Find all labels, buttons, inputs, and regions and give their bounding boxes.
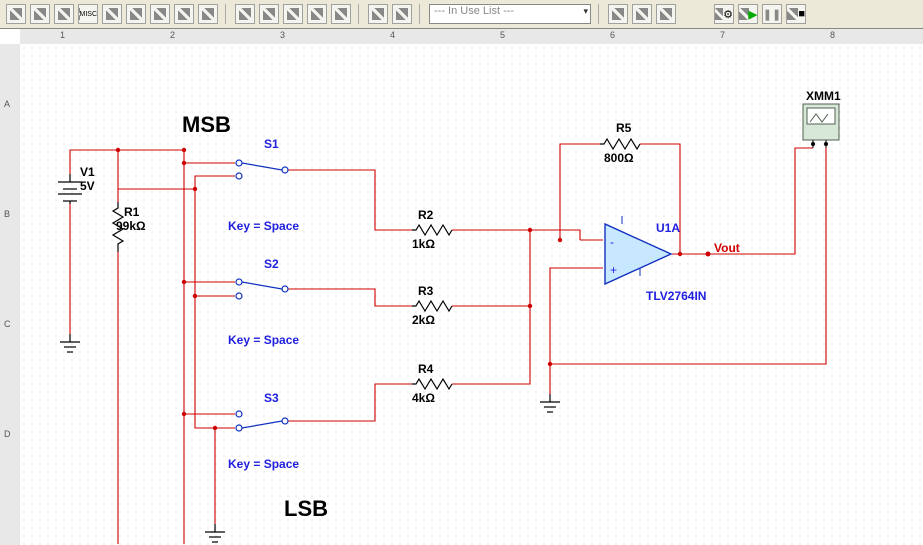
- XMM1-ref: XMM1: [806, 89, 841, 103]
- component-XMM1[interactable]: XMM1: [803, 89, 841, 148]
- tb-wave-icon[interactable]: [608, 4, 628, 24]
- ruler-tick: B: [4, 209, 10, 219]
- schematic-canvas[interactable]: V1 5V R1 99kΩ R2: [20, 44, 923, 545]
- ruler-tick: 8: [830, 30, 835, 40]
- R2-ref: R2: [418, 208, 434, 222]
- ruler-tick: D: [4, 429, 11, 439]
- tb-layer-icon[interactable]: [283, 4, 303, 24]
- R5-value: 800Ω: [604, 151, 634, 165]
- component-V1[interactable]: V1 5V: [58, 165, 95, 204]
- ruler-tick: 6: [610, 30, 615, 40]
- tb-diode-icon[interactable]: [30, 4, 50, 24]
- V1-value: 5V: [80, 179, 95, 193]
- S2-key: Key = Space: [228, 333, 299, 347]
- tb-step-icon[interactable]: [656, 4, 676, 24]
- tb-probe-icon[interactable]: [198, 4, 218, 24]
- svg-text:+: +: [610, 263, 617, 277]
- component-S2[interactable]: S2 Key = Space: [228, 257, 299, 347]
- ruler-tick: 2: [170, 30, 175, 40]
- ruler-vertical: A B C D: [0, 44, 21, 545]
- tb-group-icon[interactable]: [235, 4, 255, 24]
- S3-ref: S3: [264, 391, 279, 405]
- svg-text:-: -: [610, 235, 614, 249]
- tb-grid-icon[interactable]: [259, 4, 279, 24]
- tb-tran-icon[interactable]: [54, 4, 74, 24]
- component-U1A[interactable]: - + U1A TLV2764IN: [605, 216, 706, 303]
- ruler-tick: 5: [500, 30, 505, 40]
- ruler-tick: 4: [390, 30, 395, 40]
- R5-ref: R5: [616, 121, 632, 135]
- S1-key: Key = Space: [228, 219, 299, 233]
- S3-key: Key = Space: [228, 457, 299, 471]
- ruler-tick: A: [4, 99, 10, 109]
- R1-value: 99kΩ: [116, 219, 146, 233]
- R2-value: 1kΩ: [412, 237, 435, 251]
- U1A-ref: U1A: [656, 221, 680, 235]
- component-R2[interactable]: R2 1kΩ: [412, 208, 452, 251]
- component-R1[interactable]: R1 99kΩ: [113, 202, 146, 252]
- msb-label: MSB: [182, 112, 231, 137]
- tb-comp-icon[interactable]: [6, 4, 26, 24]
- component-S1[interactable]: S1 Key = Space: [228, 137, 299, 233]
- lsb-label: LSB: [284, 496, 328, 521]
- tb-opamp-icon[interactable]: [126, 4, 146, 24]
- pause-button[interactable]: ❚❚: [762, 4, 782, 24]
- ruler-tick: 7: [720, 30, 725, 40]
- tb-cursor-icon[interactable]: [632, 4, 652, 24]
- ruler-horizontal: 1 2 3 4 5 6 7 8: [20, 28, 923, 45]
- S2-ref: S2: [264, 257, 279, 271]
- tb-gate-icon[interactable]: [102, 4, 122, 24]
- tb-sim-list-icon[interactable]: [368, 4, 388, 24]
- ground-icon: [540, 394, 560, 412]
- component-R3[interactable]: R3 2kΩ: [412, 284, 452, 327]
- run-button[interactable]: ▶: [738, 4, 758, 24]
- ruler-tick: 1: [60, 30, 65, 40]
- R4-value: 4kΩ: [412, 391, 435, 405]
- U1A-model: TLV2764IN: [646, 289, 706, 303]
- R4-ref: R4: [418, 362, 434, 376]
- ground-icon: [205, 524, 225, 542]
- ruler-tick: 3: [280, 30, 285, 40]
- tb-ind-icon[interactable]: [150, 4, 170, 24]
- R3-ref: R3: [418, 284, 434, 298]
- tb-misc-icon[interactable]: MISC: [78, 4, 98, 24]
- R3-value: 2kΩ: [412, 313, 435, 327]
- tb-source-icon[interactable]: [174, 4, 194, 24]
- R1-ref: R1: [124, 205, 140, 219]
- component-R5[interactable]: R5 800Ω: [600, 121, 640, 165]
- vout-label: Vout: [714, 241, 740, 255]
- stop-button[interactable]: ■: [786, 4, 806, 24]
- tb-sim-edit-icon[interactable]: [392, 4, 412, 24]
- S1-ref: S1: [264, 137, 279, 151]
- ruler-tick: C: [4, 319, 11, 329]
- ground-icon: [60, 334, 80, 352]
- V1-ref: V1: [80, 165, 95, 179]
- component-S3[interactable]: S3 Key = Space: [228, 391, 299, 471]
- tb-text-icon[interactable]: [331, 4, 351, 24]
- in-use-list-dropdown[interactable]: --- In Use List ---: [429, 4, 591, 24]
- component-R4[interactable]: R4 4kΩ: [412, 362, 452, 405]
- tb-align-icon[interactable]: [307, 4, 327, 24]
- run-config-button[interactable]: ⚙: [714, 4, 734, 24]
